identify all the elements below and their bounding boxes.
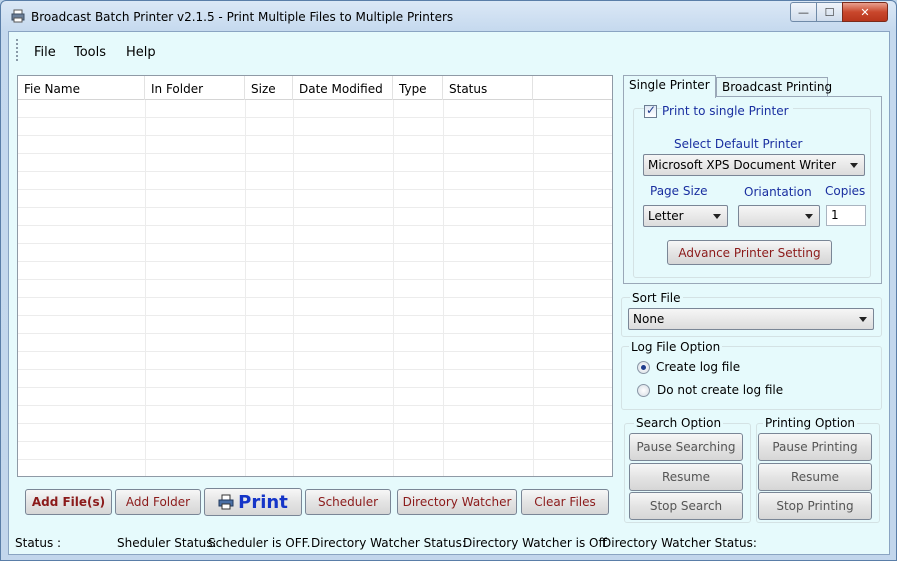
log-file-groupbox	[621, 346, 882, 410]
copies-label: Copies	[825, 184, 866, 198]
advance-printer-setting-button[interactable]: Advance Printer Setting	[667, 240, 832, 265]
grid-rows	[18, 100, 612, 476]
window-title: Broadcast Batch Printer v2.1.5 - Print M…	[31, 10, 454, 24]
directory-watcher-status-value: Directory Watcher is Off	[463, 536, 607, 550]
caption-buttons: — ☐ ✕	[790, 2, 888, 22]
scheduler-button[interactable]: Scheduler	[305, 489, 391, 515]
tab-single-printer[interactable]: Single Printer	[623, 75, 716, 98]
column-header-type[interactable]: Type	[393, 76, 443, 100]
log-file-option-label: Log File Option	[629, 340, 723, 354]
column-header-file-name[interactable]: Fie Name	[18, 76, 145, 100]
add-folder-button[interactable]: Add Folder	[115, 489, 201, 515]
grid-header: Fie Name In Folder Size Date Modified Ty…	[18, 76, 612, 100]
column-header-in-folder[interactable]: In Folder	[145, 76, 245, 100]
default-printer-value: Microsoft XPS Document Writer	[648, 158, 836, 172]
minimize-button[interactable]: —	[790, 2, 816, 22]
directory-watcher-button[interactable]: Directory Watcher	[397, 489, 517, 515]
copies-input[interactable]: 1	[826, 205, 866, 226]
status-label: Status :	[15, 536, 62, 550]
orientation-select[interactable]	[738, 205, 820, 227]
menu-bar: File Tools Help	[9, 32, 889, 68]
grid-column-divider	[145, 100, 146, 476]
sort-file-label: Sort File	[630, 291, 683, 305]
status-bar: Status : Sheduler Status: Scheduler is O…	[9, 534, 889, 554]
no-log-label[interactable]: Do not create log file	[657, 383, 783, 397]
default-printer-select[interactable]: Microsoft XPS Document Writer	[643, 154, 865, 176]
menu-grip	[16, 39, 18, 61]
no-log-radio[interactable]	[637, 384, 650, 397]
sort-file-select[interactable]: None	[628, 308, 874, 330]
chevron-down-icon	[713, 214, 721, 219]
select-default-printer-label: Select Default Printer	[674, 137, 803, 151]
pause-printing-button[interactable]: Pause Printing	[758, 433, 872, 461]
menu-file[interactable]: File	[34, 45, 56, 60]
stop-printing-button[interactable]: Stop Printing	[758, 492, 872, 520]
close-button[interactable]: ✕	[842, 2, 888, 22]
add-files-button[interactable]: Add File(s)	[25, 489, 112, 515]
print-button-label: Print	[238, 491, 288, 513]
print-button[interactable]: Print	[204, 488, 302, 516]
grid-column-divider	[393, 100, 394, 476]
resume-searching-button[interactable]: Resume	[629, 463, 743, 491]
single-printer-panel: ✓ Print to single Printer Select Default…	[623, 96, 882, 284]
column-header-date-modified[interactable]: Date Modified	[293, 76, 393, 100]
checkmark-icon: ✓	[646, 103, 657, 117]
app-window: Broadcast Batch Printer v2.1.5 - Print M…	[0, 0, 897, 561]
scheduler-status-label: Sheduler Status:	[117, 536, 217, 550]
printer-app-icon	[11, 9, 25, 23]
title-bar[interactable]: Broadcast Batch Printer v2.1.5 - Print M…	[1, 1, 896, 31]
menu-tools[interactable]: Tools	[74, 45, 106, 60]
directory-watcher-status-label: Directory Watcher Status:	[311, 536, 466, 550]
tab-broadcast-printing[interactable]: Broadcast Printing	[716, 77, 832, 97]
printing-option-label: Printing Option	[763, 416, 858, 430]
orientation-label: Oriantation	[744, 185, 812, 199]
create-log-radio[interactable]	[637, 361, 650, 374]
page-size-label: Page Size	[650, 184, 708, 198]
chevron-down-icon	[805, 214, 813, 219]
column-header-size[interactable]: Size	[245, 76, 293, 100]
print-to-single-checkbox[interactable]: ✓	[644, 103, 657, 118]
chevron-down-icon	[859, 317, 867, 322]
scheduler-status-value: Scheduler is OFF.	[208, 536, 311, 550]
search-option-label: Search Option	[634, 416, 724, 430]
printer-icon	[218, 494, 234, 510]
client-area: File Tools Help Fie Name In Folder Size …	[8, 31, 890, 555]
chevron-down-icon	[850, 163, 858, 168]
print-to-single-label: Print to single Printer	[662, 104, 793, 118]
stop-search-button[interactable]: Stop Search	[629, 492, 743, 520]
column-header-status[interactable]: Status	[443, 76, 533, 100]
create-log-label[interactable]: Create log file	[656, 360, 740, 374]
resume-printing-button[interactable]: Resume	[758, 463, 872, 491]
file-list-grid[interactable]: Fie Name In Folder Size Date Modified Ty…	[17, 75, 613, 477]
page-size-value: Letter	[648, 209, 684, 223]
grid-column-divider	[293, 100, 294, 476]
radio-selected-dot	[641, 365, 646, 370]
maximize-button[interactable]: ☐	[816, 2, 842, 22]
directory-watcher-status-label-2: Directory Watcher Status:	[602, 536, 757, 550]
page-size-select[interactable]: Letter	[643, 205, 728, 227]
grid-column-divider	[533, 100, 534, 476]
pause-searching-button[interactable]: Pause Searching	[629, 433, 743, 461]
sort-file-value: None	[633, 312, 665, 326]
grid-column-divider	[443, 100, 444, 476]
clear-files-button[interactable]: Clear Files	[521, 489, 609, 515]
grid-column-divider	[245, 100, 246, 476]
menu-help[interactable]: Help	[126, 45, 156, 60]
